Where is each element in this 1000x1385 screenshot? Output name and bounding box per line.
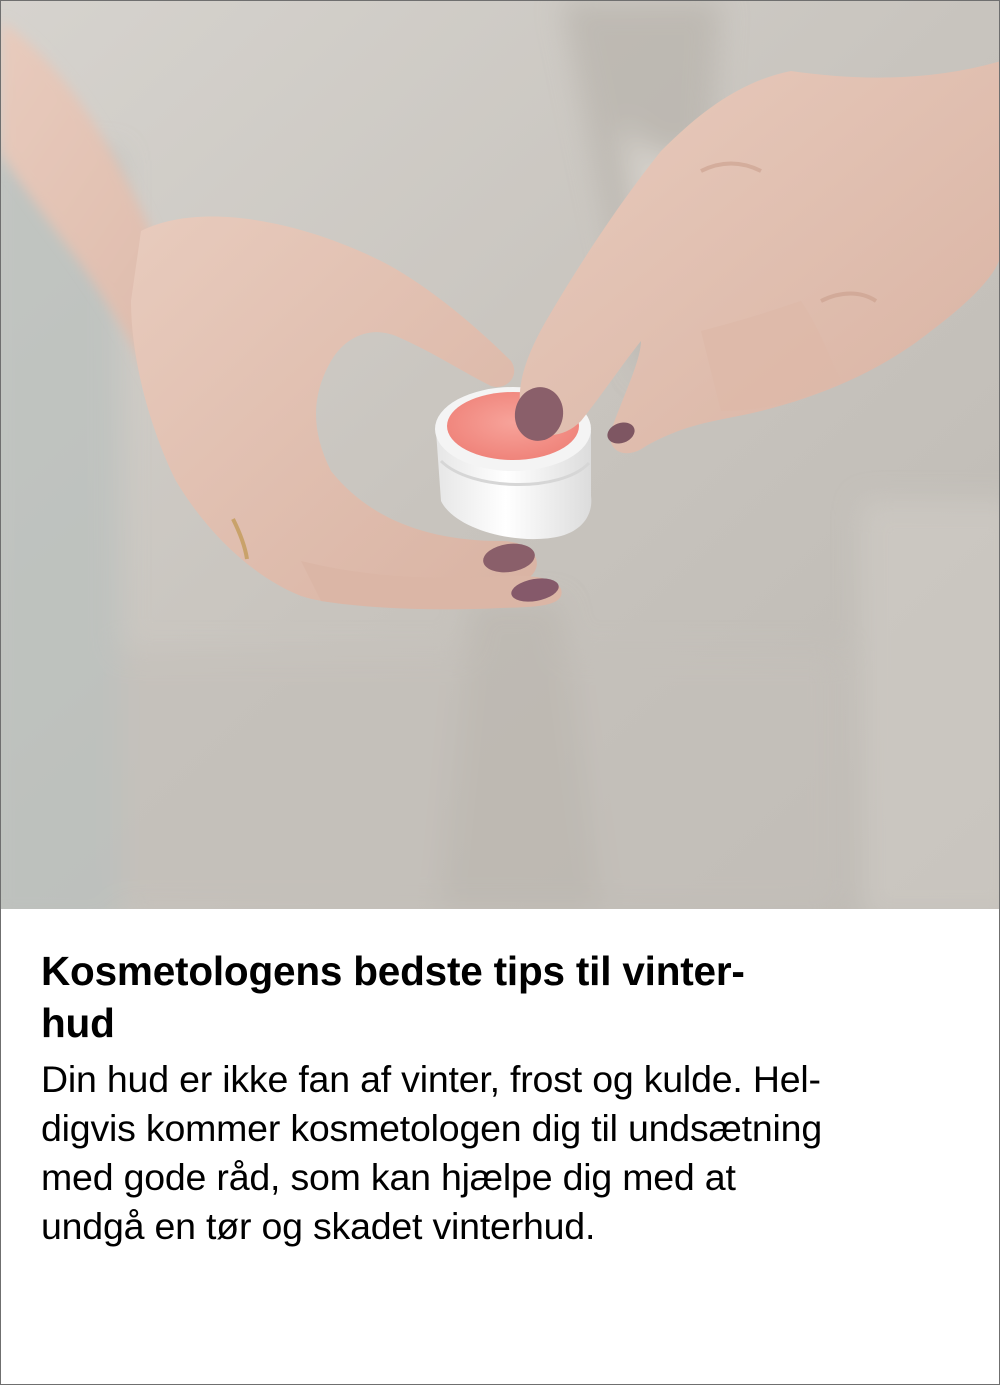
article-card[interactable]: Kosmetologens bedste tips til vinter- hu… bbox=[0, 0, 1000, 1385]
article-text: Kosmetologens bedste tips til vinter- hu… bbox=[41, 945, 971, 1251]
article-teaser: Din hud er ikke fan af vinter, frost og … bbox=[41, 1055, 971, 1251]
article-title-line-1: Kosmetologens bedste tips til vinter- bbox=[41, 948, 745, 994]
article-title-line-2: hud bbox=[41, 1000, 115, 1046]
teaser-line-1: Din hud er ikke fan af vinter, frost og … bbox=[41, 1058, 821, 1100]
teaser-line-3: med gode råd, som kan hjælpe dig med at bbox=[41, 1156, 736, 1198]
hero-illustration bbox=[1, 1, 999, 909]
hero-photo bbox=[1, 1, 999, 909]
teaser-line-2: digvis kommer kosmetologen dig til undsæ… bbox=[41, 1107, 822, 1149]
teaser-line-4: undgå en tør og skadet vinterhud. bbox=[41, 1205, 596, 1247]
article-title[interactable]: Kosmetologens bedste tips til vinter- hu… bbox=[41, 945, 971, 1049]
